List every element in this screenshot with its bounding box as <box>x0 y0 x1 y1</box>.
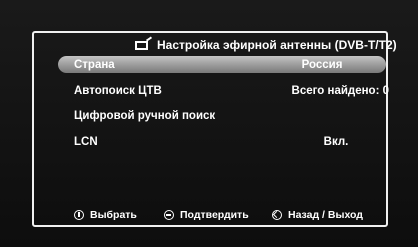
menu-item-value: Вкл. <box>323 135 349 148</box>
hint-confirm-label: Подтвердить <box>180 209 249 221</box>
navigate-icon <box>74 210 84 220</box>
menu-item-country[interactable]: Страна Россия <box>58 56 386 73</box>
back-icon <box>272 210 282 220</box>
menu-item-value: Всего найдено: 0 <box>291 84 389 97</box>
menu-header: Настройка эфирной антенны (DVB-T/T2) <box>135 35 397 55</box>
tv-screen: Настройка эфирной антенны (DVB-T/T2) Стр… <box>0 0 418 247</box>
hint-select-label: Выбрать <box>90 209 137 221</box>
menu-item-value: Россия <box>301 58 343 71</box>
hint-back: Назад / Выход <box>272 209 363 221</box>
menu-item-lcn[interactable]: LCN Вкл. <box>58 133 386 150</box>
menu-item-label: LCN <box>74 135 98 148</box>
menu-title: Настройка эфирной антенны (DVB-T/T2) <box>157 38 397 52</box>
menu-item-label: Страна <box>74 58 115 71</box>
hint-confirm: Подтвердить <box>164 209 249 221</box>
menu-item-manual-scan[interactable]: Цифровой ручной поиск <box>58 107 386 124</box>
button-hints: Выбрать Подтвердить Назад / Выход <box>74 207 394 223</box>
menu-item-label: Цифровой ручной поиск <box>74 109 216 122</box>
hint-back-label: Назад / Выход <box>288 209 363 221</box>
menu-item-label: Автопоиск ЦТВ <box>74 84 162 97</box>
menu-item-auto-scan[interactable]: Автопоиск ЦТВ Всего найдено: 0 <box>58 82 389 99</box>
ok-icon <box>164 210 174 220</box>
hint-select: Выбрать <box>74 209 137 221</box>
tv-antenna-icon <box>135 36 153 51</box>
